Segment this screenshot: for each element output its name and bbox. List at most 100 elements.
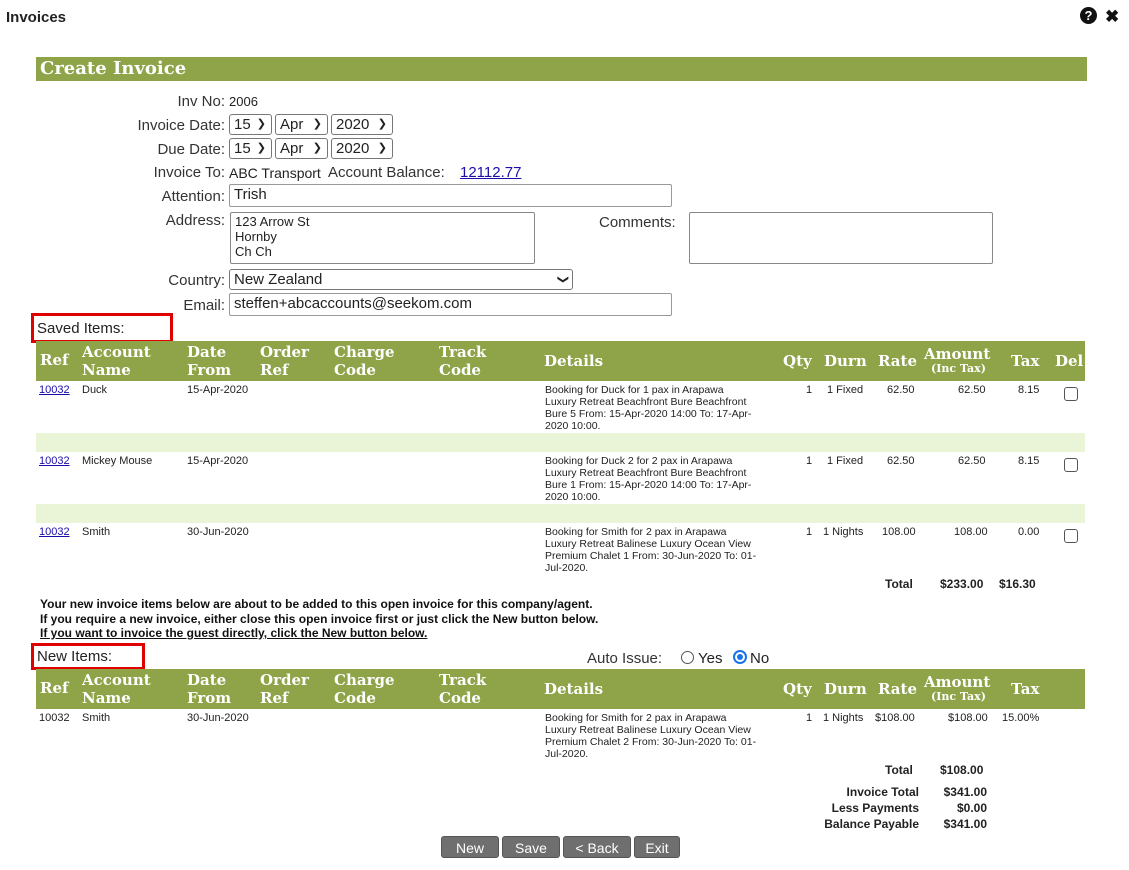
amount: 62.50 <box>958 384 986 396</box>
col-durn: Durn <box>824 352 867 370</box>
invoice-date-month-select[interactable]: Apr ❯ <box>275 114 328 135</box>
col-tax: Tax <box>1011 680 1040 698</box>
col-durn: Durn <box>824 680 867 698</box>
account-balance-link[interactable]: 12112.77 <box>460 164 521 181</box>
details: Booking for Duck for 1 pax in Arapawa Lu… <box>545 384 752 432</box>
due-date-month-select[interactable]: Apr ❯ <box>275 138 328 159</box>
saved-total-amount: $233.00 <box>940 577 984 591</box>
invoice-date-day-select[interactable]: 15 ❯ <box>229 114 272 135</box>
row-separator <box>36 433 1085 452</box>
close-icon[interactable]: ✖ <box>1105 7 1119 27</box>
comments-textarea[interactable] <box>689 212 993 264</box>
saved-items-label: Saved Items: <box>37 320 125 337</box>
col-charge-2: Code <box>334 361 376 379</box>
col-track: Track <box>439 343 487 361</box>
durn: 1 Nights <box>823 526 864 538</box>
save-button[interactable]: Save <box>502 836 560 858</box>
account-name: Smith <box>82 526 111 538</box>
invoice-total-value: $341.00 <box>943 785 987 799</box>
saved-items-header: Ref Account Name Date From Order Ref Cha… <box>36 341 1085 381</box>
tax: 0.00 <box>1018 526 1040 538</box>
col-account: Account <box>82 343 151 361</box>
auto-issue-yes-radio[interactable] <box>681 651 694 664</box>
col-order-2: Ref <box>260 689 289 707</box>
back-button[interactable]: < Back <box>563 836 631 858</box>
notice-line-1: Your new invoice items below are about t… <box>40 597 593 611</box>
tax: 8.15 <box>1018 455 1040 467</box>
window-title: Invoices <box>6 9 67 26</box>
amount: $108.00 <box>948 712 988 724</box>
ref-link[interactable]: 10032 <box>39 384 70 396</box>
col-details: Details <box>544 352 604 370</box>
help-icon[interactable]: ? <box>1080 7 1097 24</box>
col-account-2: Name <box>82 689 131 707</box>
col-details: Details <box>544 680 604 698</box>
rate: 62.50 <box>887 455 915 467</box>
amount: 108.00 <box>954 526 988 538</box>
col-tax: Tax <box>1011 352 1040 370</box>
summary-labels: Invoice Total Less Payments Balance Paya… <box>780 784 919 832</box>
col-date-2: From <box>187 689 232 707</box>
attention-input[interactable]: Trish <box>229 184 672 207</box>
col-charge-2: Code <box>334 689 376 707</box>
col-account-2: Name <box>82 361 131 379</box>
date-from: 15-Apr-2020 <box>187 455 249 467</box>
durn: 1 Nights <box>823 712 864 724</box>
account-name: Smith <box>82 712 111 724</box>
section-header: Create Invoice <box>36 57 1087 81</box>
due-date-day-select[interactable]: 15 ❯ <box>229 138 272 159</box>
new-total-label: Total <box>885 763 913 777</box>
less-payments-label: Less Payments <box>831 801 919 815</box>
delete-checkbox[interactable] <box>1064 387 1078 401</box>
date-from: 30-Jun-2020 <box>187 526 249 538</box>
col-track-2: Code <box>439 361 481 379</box>
attention-label: Attention: <box>161 188 225 205</box>
notice-text: Your new invoice items below are about t… <box>40 597 598 641</box>
email-label: Email: <box>183 297 225 314</box>
notice-line-3: If you want to invoice the guest directl… <box>40 626 428 640</box>
col-order: Order <box>260 343 309 361</box>
account-balance-label: Account Balance: <box>328 164 445 181</box>
table-row: 10032 Smith 30-Jun-2020 Booking for Smit… <box>36 710 1085 762</box>
invoice-date-year-select[interactable]: 2020 ❯ <box>331 114 393 135</box>
col-ref: Ref <box>40 351 69 369</box>
col-date-2: From <box>187 361 232 379</box>
date-from: 30-Jun-2020 <box>187 712 249 724</box>
delete-checkbox[interactable] <box>1064 529 1078 543</box>
col-date: Date <box>187 343 227 361</box>
country-select[interactable]: New Zealand ❯ <box>229 269 573 290</box>
auto-issue-yes-label: Yes <box>698 650 723 667</box>
col-account: Account <box>82 671 151 689</box>
date-from: 15-Apr-2020 <box>187 384 249 396</box>
address-textarea[interactable]: 123 Arrow St Hornby Ch Ch <box>230 212 535 264</box>
new-total-amount: $108.00 <box>940 763 984 777</box>
summary-values: $341.00 $0.00 $341.00 <box>925 784 987 832</box>
col-track-2: Code <box>439 689 481 707</box>
col-date: Date <box>187 671 227 689</box>
col-qty: Qty <box>783 352 812 370</box>
col-charge: Charge <box>334 343 395 361</box>
ref-link[interactable]: 10032 <box>39 455 70 467</box>
saved-total-tax: $16.30 <box>999 577 1036 591</box>
ref-link[interactable]: 10032 <box>39 526 70 538</box>
col-amount: Amount <box>924 345 991 363</box>
email-input[interactable]: steffen+abcaccounts@seekom.com <box>229 293 672 316</box>
row-separator <box>36 504 1085 523</box>
col-charge: Charge <box>334 671 395 689</box>
amount: 62.50 <box>958 455 986 467</box>
delete-checkbox[interactable] <box>1064 458 1078 472</box>
due-date-year-select[interactable]: 2020 ❯ <box>331 138 393 159</box>
auto-issue-no-radio[interactable] <box>733 650 747 664</box>
invoice-to-label: Invoice To: <box>153 164 225 181</box>
exit-button[interactable]: Exit <box>634 836 680 858</box>
col-amount-sub: (Inc Tax) <box>931 690 986 703</box>
rate: $108.00 <box>875 712 915 724</box>
tax: 8.15 <box>1018 384 1040 396</box>
new-button[interactable]: New <box>441 836 499 858</box>
auto-issue-label: Auto Issue: <box>587 650 663 667</box>
col-del: Del <box>1055 352 1084 370</box>
table-row: 10032 Mickey Mouse 15-Apr-2020 Booking f… <box>36 453 1085 504</box>
invoice-total-label: Invoice Total <box>846 785 919 799</box>
tax: 15.00% <box>1002 712 1040 724</box>
col-rate: Rate <box>878 680 918 698</box>
